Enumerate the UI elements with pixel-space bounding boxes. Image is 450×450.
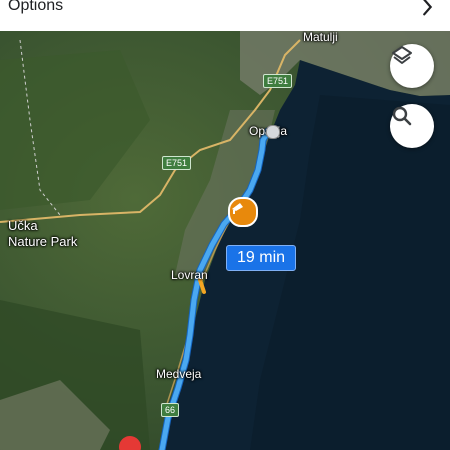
layers-icon [392, 46, 412, 64]
map-view[interactable]: Matulji Opatija Lovran Medveja Učka Natu… [0, 31, 450, 450]
eta-label[interactable]: 19 min [226, 245, 297, 271]
place-label-medveja: Medveja [156, 367, 202, 381]
search-button[interactable] [390, 104, 434, 148]
speed-camera-icon [232, 203, 243, 214]
search-icon [392, 106, 412, 126]
options-title: Options [8, 0, 64, 14]
road-shield-66: 66 [161, 403, 180, 417]
road-shield-e751: E751 [162, 156, 192, 170]
place-label-lovran: Lovran [171, 268, 208, 282]
place-label-matulji: Matulji [303, 31, 338, 44]
incident-icon[interactable] [228, 197, 258, 227]
road-shield-e751: E751 [263, 74, 293, 88]
start-dot[interactable] [266, 125, 280, 139]
place-label-ucka-nature-park: Učka Nature Park [8, 218, 78, 249]
layers-button[interactable] [390, 44, 434, 88]
options-bar[interactable]: Options [0, 0, 450, 31]
chevron-right-icon[interactable] [416, 0, 438, 18]
